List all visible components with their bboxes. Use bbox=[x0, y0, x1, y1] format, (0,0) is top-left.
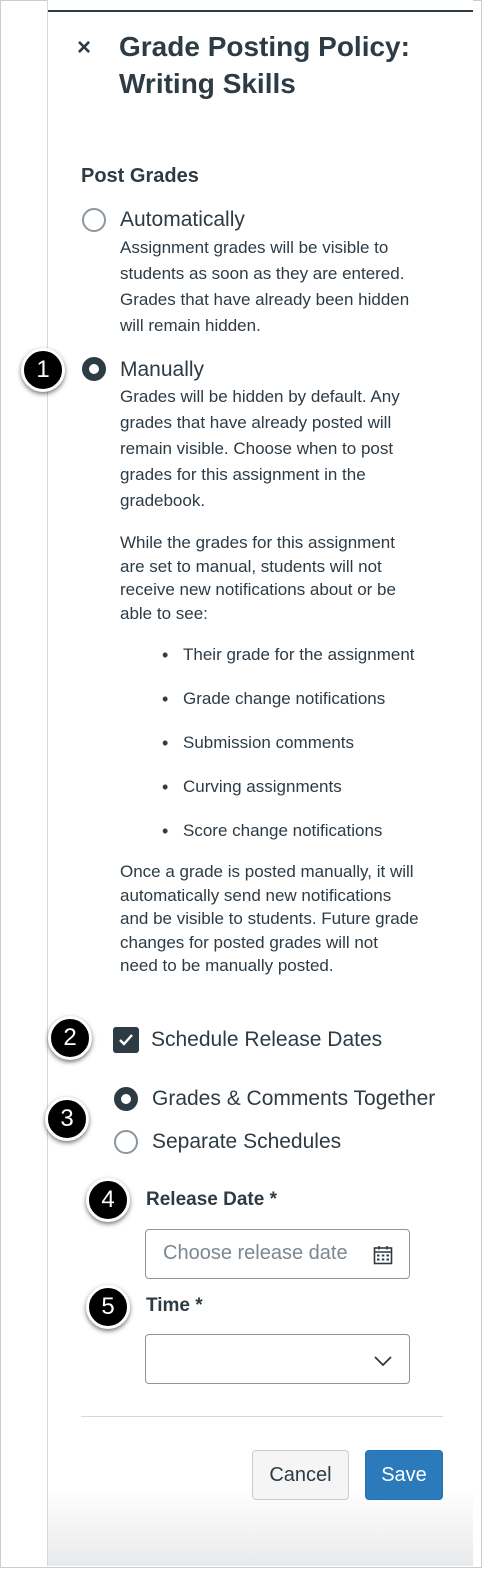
separate-schedules-label: Separate Schedules bbox=[152, 1130, 342, 1153]
manually-label: Manually bbox=[120, 358, 205, 381]
callout-2: 2 bbox=[48, 1016, 92, 1060]
callout-3: 3 bbox=[45, 1097, 89, 1141]
grades-comments-together-radio[interactable] bbox=[114, 1087, 138, 1111]
description-line: Assignment grades will be visible to bbox=[120, 238, 389, 257]
list-item: Submission comments bbox=[160, 730, 415, 774]
manual-footer-note: Once a grade is posted manually, it will… bbox=[120, 860, 419, 978]
callout-5: 5 bbox=[86, 1285, 130, 1329]
description-line: remain visible. Choose when to post bbox=[120, 439, 394, 458]
grades-comments-together-label: Grades & Comments Together bbox=[152, 1087, 436, 1110]
checkmark-icon bbox=[119, 1034, 133, 1046]
time-label: Time * bbox=[146, 1295, 203, 1316]
schedule-release-dates-checkbox[interactable] bbox=[113, 1027, 139, 1053]
hidden-items-list: Their grade for the assignment Grade cha… bbox=[160, 642, 415, 862]
time-select[interactable] bbox=[145, 1334, 410, 1384]
description-line: gradebook. bbox=[120, 491, 206, 510]
release-date-label: Release Date * bbox=[146, 1189, 277, 1210]
callout-4: 4 bbox=[86, 1178, 130, 1222]
automatically-radio[interactable] bbox=[82, 208, 106, 232]
automatically-label: Automatically bbox=[120, 208, 245, 231]
list-item: Score change notifications bbox=[160, 818, 415, 862]
close-button[interactable]: × bbox=[72, 34, 96, 62]
post-grades-heading: Post Grades bbox=[81, 165, 199, 187]
save-button[interactable]: Save bbox=[365, 1450, 443, 1500]
footer-line: and be visible to students. Future grade bbox=[120, 909, 419, 928]
tray-title: Grade Posting Policy: Writing Skills bbox=[119, 28, 449, 102]
chevron-down-icon[interactable] bbox=[373, 1351, 393, 1369]
automatically-description: Assignment grades will be visible to stu… bbox=[120, 235, 409, 339]
release-date-placeholder: Choose release date bbox=[163, 1242, 348, 1264]
callout-1: 1 bbox=[21, 348, 65, 392]
manually-radio[interactable] bbox=[82, 357, 106, 381]
notice-line: receive new notifications about or be bbox=[120, 580, 396, 599]
manually-description: Grades will be hidden by default. Any gr… bbox=[120, 384, 400, 514]
calendar-icon[interactable] bbox=[373, 1245, 393, 1265]
cancel-button[interactable]: Cancel bbox=[252, 1450, 349, 1500]
footer-line: changes for posted grades will not bbox=[120, 932, 378, 952]
list-item: Their grade for the assignment bbox=[160, 642, 415, 686]
manual-notice: While the grades for this assignment are… bbox=[120, 531, 396, 625]
list-item: Curving assignments bbox=[160, 774, 415, 818]
description-line: students as soon as they are entered. bbox=[120, 264, 405, 283]
tray-title-line-2: Writing Skills bbox=[119, 68, 296, 99]
list-item: Grade change notifications bbox=[160, 686, 415, 730]
separate-schedules-radio[interactable] bbox=[114, 1130, 138, 1154]
description-line: grades for this assignment in the bbox=[120, 465, 366, 484]
description-line: Grades that have already been hidden bbox=[120, 290, 410, 309]
notice-line: able to see: bbox=[120, 603, 208, 623]
release-date-input[interactable]: Choose release date bbox=[145, 1229, 410, 1279]
footer-line: need to be manually posted. bbox=[120, 956, 334, 975]
description-line: will remain hidden. bbox=[120, 316, 261, 335]
description-line: Grades will be hidden by default. Any bbox=[120, 387, 400, 406]
notice-line: While the grades for this assignment bbox=[120, 533, 395, 552]
notice-line: are set to manual, students will not bbox=[120, 556, 382, 576]
schedule-release-dates-label: Schedule Release Dates bbox=[151, 1028, 383, 1051]
footer-line: Once a grade is posted manually, it will bbox=[120, 862, 414, 881]
description-line: grades that have already posted will bbox=[120, 413, 392, 432]
tray-title-line-1: Grade Posting Policy: bbox=[119, 31, 410, 62]
footer-line: automatically send new notifications bbox=[120, 885, 392, 905]
footer-divider bbox=[81, 1416, 443, 1417]
